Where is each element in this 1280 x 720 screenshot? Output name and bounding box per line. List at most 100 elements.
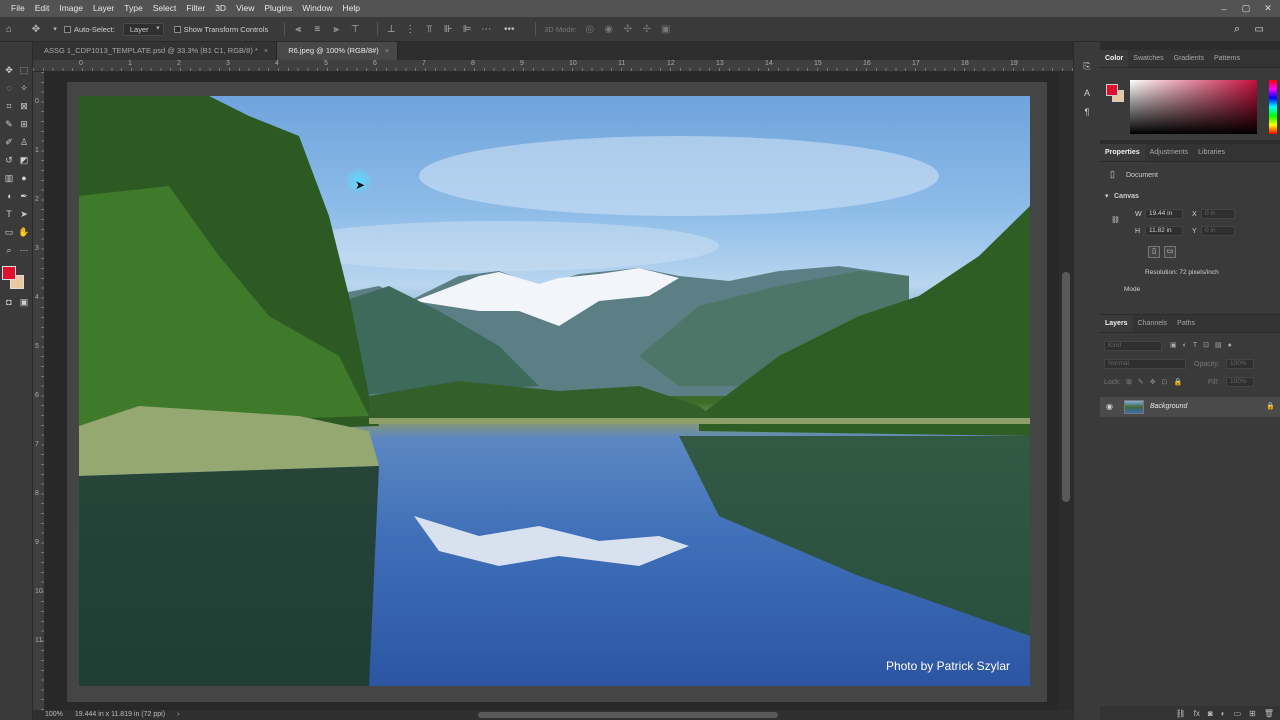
distribute-spacing-icon[interactable]: ⋯ bbox=[481, 24, 491, 35]
status-arrow-icon[interactable]: › bbox=[177, 710, 179, 720]
foreground-color-chip[interactable] bbox=[1106, 84, 1118, 96]
portrait-orientation-icon[interactable]: ▯ bbox=[1148, 246, 1160, 258]
minimize-icon[interactable]: – bbox=[1218, 4, 1230, 14]
brush-icon[interactable]: ✐ bbox=[2, 136, 16, 149]
transform-controls-option[interactable]: Show Transform Controls bbox=[173, 25, 268, 34]
type-icon[interactable]: T bbox=[2, 208, 16, 221]
trash-icon[interactable]: 🗑 bbox=[1264, 709, 1274, 718]
tab-channels[interactable]: Channels bbox=[1133, 315, 1173, 332]
tab-libraries[interactable]: Libraries bbox=[1193, 144, 1230, 161]
quick-mask-icon[interactable]: ◘ bbox=[2, 296, 16, 309]
adjustment-layer-icon[interactable]: ◐ bbox=[1221, 709, 1226, 718]
tab-gradients[interactable]: Gradients bbox=[1169, 50, 1209, 67]
history-panel-icon[interactable]: ⎘ bbox=[1080, 60, 1094, 73]
zoom-level[interactable]: 100% bbox=[45, 710, 63, 720]
layer-filter-icons[interactable]: ▣◐T⊡▤● bbox=[1170, 341, 1238, 349]
tab-properties[interactable]: Properties bbox=[1100, 144, 1145, 161]
height-field[interactable]: 11.82 in bbox=[1145, 226, 1183, 236]
maximize-icon[interactable]: ▢ bbox=[1240, 3, 1252, 14]
hue-slider[interactable] bbox=[1269, 80, 1277, 134]
workspace-icon[interactable]: ▭ bbox=[1255, 24, 1264, 35]
layer-name[interactable]: Background bbox=[1150, 403, 1187, 410]
canvas-chevron-icon[interactable]: ▾ bbox=[1105, 192, 1109, 200]
document-image[interactable]: Photo by Patrick Szylar bbox=[79, 96, 1030, 686]
width-field[interactable]: 19.44 in bbox=[1145, 209, 1183, 219]
align-top-icon[interactable]: ⊤ bbox=[350, 24, 360, 35]
align-center-icon[interactable]: ≡ bbox=[312, 24, 322, 35]
distribute-h-icon[interactable]: ⊪ bbox=[443, 24, 453, 35]
align-vcenter-icon[interactable]: ⊥ bbox=[386, 24, 396, 35]
lasso-icon[interactable]: ◌ bbox=[2, 82, 16, 95]
blur-icon[interactable]: ● bbox=[17, 172, 31, 185]
more-tools-icon[interactable]: ⋯ bbox=[17, 244, 31, 257]
stamp-icon[interactable]: ♙ bbox=[17, 136, 31, 149]
menu-filter[interactable]: Filter bbox=[181, 0, 210, 17]
magic-wand-icon[interactable]: ✧ bbox=[17, 82, 31, 95]
layer-row-background[interactable]: ◉ Background 🔒 bbox=[1100, 397, 1280, 417]
eyedropper-icon[interactable]: ✎ bbox=[2, 118, 16, 131]
menu-layer[interactable]: Layer bbox=[88, 0, 119, 17]
gradient-icon[interactable]: ▥ bbox=[2, 172, 16, 185]
menu-file[interactable]: File bbox=[0, 0, 30, 17]
tab-adjustments[interactable]: Adjustments bbox=[1145, 144, 1194, 161]
x-field[interactable]: 0 in bbox=[1201, 209, 1235, 219]
align-left-icon[interactable]: ⫷ bbox=[293, 24, 303, 35]
auto-select-target-dropdown[interactable]: Layer bbox=[122, 22, 164, 36]
move-tool-icon[interactable]: ✥ bbox=[31, 24, 41, 35]
menu-view[interactable]: View bbox=[231, 0, 259, 17]
menu-3d[interactable]: 3D bbox=[210, 0, 231, 17]
move-icon[interactable]: ✥ bbox=[2, 64, 16, 77]
menu-edit[interactable]: Edit bbox=[30, 0, 55, 17]
vertical-scrollbar[interactable] bbox=[1059, 72, 1073, 710]
frame-icon[interactable]: ⊠ bbox=[17, 100, 31, 113]
link-layers-icon[interactable]: ⛓ bbox=[1176, 709, 1186, 718]
menu-plugins[interactable]: Plugins bbox=[259, 0, 297, 17]
healing-icon[interactable]: ⊞ bbox=[17, 118, 31, 131]
marquee-icon[interactable]: ⬚ bbox=[17, 64, 31, 77]
visibility-eye-icon[interactable]: ◉ bbox=[1106, 402, 1113, 411]
3d-scale-icon[interactable]: ▣ bbox=[661, 24, 671, 35]
tab-layers[interactable]: Layers bbox=[1100, 315, 1133, 332]
color-field[interactable] bbox=[1130, 80, 1257, 134]
link-dimensions-icon[interactable]: ⛓ bbox=[1111, 216, 1120, 224]
fx-icon[interactable]: fx bbox=[1194, 709, 1200, 718]
menu-help[interactable]: Help bbox=[337, 0, 364, 17]
tab-template-psd[interactable]: ASSG 1_CDP1013_TEMPLATE.psd @ 33.3% (B1 … bbox=[33, 42, 278, 60]
close-icon[interactable]: ✕ bbox=[1262, 3, 1274, 14]
close-tab-icon[interactable]: × bbox=[385, 42, 389, 60]
crop-icon[interactable]: ⌗ bbox=[2, 100, 16, 113]
transform-controls-checkbox[interactable] bbox=[173, 25, 181, 33]
blend-mode-dropdown[interactable]: Normal bbox=[1104, 359, 1186, 369]
tab-patterns[interactable]: Patterns bbox=[1209, 50, 1245, 67]
3d-slide-icon[interactable]: ✢ bbox=[642, 24, 652, 35]
distribute-v-icon[interactable]: ⊫ bbox=[462, 24, 472, 35]
search-icon[interactable]: ⌕ bbox=[1234, 23, 1240, 36]
path-select-icon[interactable]: ➤ bbox=[17, 208, 31, 221]
shape-icon[interactable]: ▭ bbox=[2, 226, 16, 239]
menu-type[interactable]: Type bbox=[119, 0, 147, 17]
zoom-icon[interactable]: ⌕ bbox=[2, 244, 16, 257]
tab-r6-jpeg[interactable]: R6.jpeg @ 100% (RGB/8#) × bbox=[277, 42, 399, 60]
hand-icon[interactable]: ✋ bbox=[17, 226, 31, 239]
paragraph-panel-icon[interactable]: ¶ bbox=[1080, 106, 1094, 119]
eraser-icon[interactable]: ◩ bbox=[17, 154, 31, 167]
dodge-icon[interactable]: ◖ bbox=[2, 190, 16, 203]
align-bottom-icon[interactable]: ⫪ bbox=[424, 24, 434, 35]
home-icon[interactable]: ⌂ bbox=[4, 24, 14, 35]
3d-orbit-icon[interactable]: ◎ bbox=[585, 24, 595, 35]
close-tab-icon[interactable]: × bbox=[264, 42, 268, 60]
tab-color[interactable]: Color bbox=[1100, 50, 1129, 67]
layer-filter-kind[interactable]: Kind bbox=[1104, 341, 1162, 351]
tab-paths[interactable]: Paths bbox=[1172, 315, 1200, 332]
tab-swatches[interactable]: Swatches bbox=[1128, 50, 1168, 67]
history-brush-icon[interactable]: ↺ bbox=[2, 154, 16, 167]
menu-image[interactable]: Image bbox=[54, 0, 88, 17]
auto-select-checkbox[interactable] bbox=[64, 25, 71, 33]
foreground-color-swatch[interactable] bbox=[2, 266, 16, 280]
more-options-icon[interactable]: ••• bbox=[500, 24, 518, 35]
tool-preset-chevron-icon[interactable]: ▾ bbox=[50, 25, 60, 33]
landscape-orientation-icon[interactable]: ▭ bbox=[1164, 246, 1176, 258]
lock-icons[interactable]: ⊞✎✥⊡🔒 bbox=[1126, 378, 1188, 386]
horizontal-scroll-thumb[interactable] bbox=[478, 712, 778, 718]
screen-mode-icon[interactable]: ▣ bbox=[17, 296, 31, 309]
